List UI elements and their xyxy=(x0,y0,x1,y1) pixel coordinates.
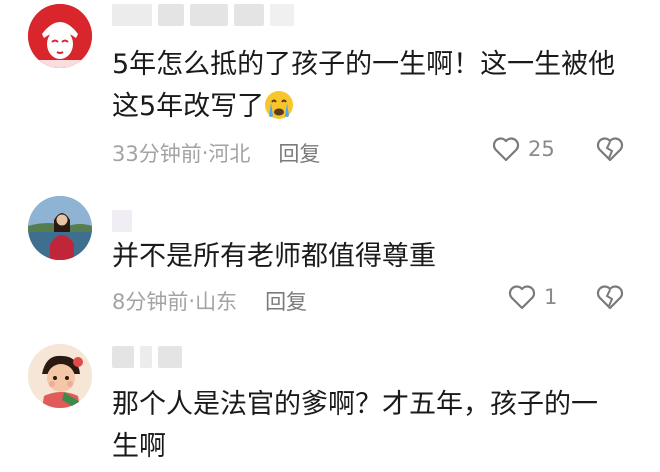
avatar[interactable] xyxy=(28,196,92,260)
crying-face-icon xyxy=(265,91,294,119)
broken-heart-icon xyxy=(596,285,624,310)
like-count: 25 xyxy=(528,137,555,161)
username-redacted[interactable] xyxy=(112,210,132,232)
meta-separator: · xyxy=(201,141,209,165)
reply-button[interactable]: 回复 xyxy=(265,286,307,316)
reply-button[interactable]: 回复 xyxy=(278,138,320,168)
comment-meta: 33分钟前 · 河北 回复 xyxy=(112,138,320,168)
like-button[interactable]: 1 xyxy=(508,284,557,310)
heart-icon xyxy=(508,285,536,310)
dislike-button[interactable] xyxy=(596,136,624,166)
comment-text: 5年怎么抵的了孩子的一生啊！这一生被他这5年改写了 xyxy=(112,49,616,122)
username-redacted[interactable] xyxy=(112,4,294,26)
username-redacted[interactable] xyxy=(112,346,182,368)
like-button[interactable]: 25 xyxy=(492,136,555,162)
meta-separator: · xyxy=(188,289,196,313)
avatar[interactable] xyxy=(28,344,92,408)
like-count: 1 xyxy=(544,285,558,309)
timestamp: 33分钟前 xyxy=(112,142,202,166)
heart-icon xyxy=(492,137,520,162)
comment-text: 那个人是法官的爹啊？才五年，孩子的一生啊 xyxy=(112,389,598,462)
comment-text: 并不是所有老师都值得尊重 xyxy=(112,241,436,272)
timestamp: 8分钟前 xyxy=(112,290,189,314)
location: 河北 xyxy=(208,142,251,166)
dislike-button[interactable] xyxy=(596,284,624,314)
comment-meta: 8分钟前 · 山东 回复 xyxy=(112,286,307,316)
location: 山东 xyxy=(195,290,238,314)
avatar[interactable] xyxy=(28,4,92,68)
broken-heart-icon xyxy=(596,137,624,162)
